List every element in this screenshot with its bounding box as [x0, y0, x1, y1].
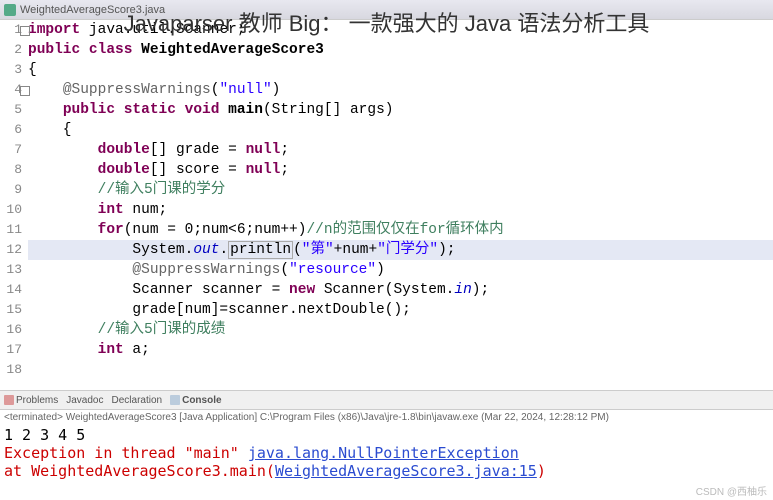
code-content[interactable]: {: [28, 60, 773, 80]
code-content[interactable]: for(num = 0;num<6;num++)//n的范围仅仅在for循环体内: [28, 220, 773, 240]
code-line[interactable]: 15 grade[num]=scanner.nextDouble();: [0, 300, 773, 320]
line-number: 6: [0, 120, 28, 140]
code-line[interactable]: 14 Scanner scanner = new Scanner(System.…: [0, 280, 773, 300]
line-number: 17: [0, 340, 28, 360]
line-number: 16: [0, 320, 28, 340]
code-content[interactable]: int num;: [28, 200, 773, 220]
line-number: 14: [0, 280, 28, 300]
code-content[interactable]: //输入5门课的学分: [28, 180, 773, 200]
line-number: 5: [0, 100, 28, 120]
code-content[interactable]: {: [28, 120, 773, 140]
code-content[interactable]: Scanner scanner = new Scanner(System.in)…: [28, 280, 773, 300]
tab-javadoc[interactable]: Javadoc: [66, 395, 103, 406]
tab-console[interactable]: Console: [170, 395, 221, 406]
line-number: 8: [0, 160, 28, 180]
code-line[interactable]: 3{: [0, 60, 773, 80]
code-content[interactable]: //输入5门课的成绩: [28, 320, 773, 340]
line-number: 15: [0, 300, 28, 320]
line-number: 1: [0, 20, 28, 40]
code-line[interactable]: 13 @SuppressWarnings("resource"): [0, 260, 773, 280]
code-line[interactable]: 18: [0, 360, 773, 380]
code-content[interactable]: [28, 360, 773, 380]
java-file-icon: [4, 4, 16, 16]
console-stdout-line: 1 2 3 4 5: [4, 426, 769, 444]
code-content[interactable]: double[] score = null;: [28, 160, 773, 180]
window-titlebar: WeightedAverageScore3.java: [0, 0, 773, 20]
code-content[interactable]: int a;: [28, 340, 773, 360]
watermark: CSDN @西柚乐: [696, 483, 767, 498]
bottom-panel-tabs: Problems Javadoc Declaration Console: [0, 390, 773, 410]
stacktrace-exception-link[interactable]: java.lang.NullPointerException: [248, 444, 519, 462]
code-line[interactable]: 4 @SuppressWarnings("null"): [0, 80, 773, 100]
line-number: 11: [0, 220, 28, 240]
code-content[interactable]: @SuppressWarnings("null"): [28, 80, 773, 100]
code-content[interactable]: public static void main(String[] args): [28, 100, 773, 120]
code-line[interactable]: 12 System.out.println("第"+num+"门学分");: [0, 240, 773, 260]
tab-problems[interactable]: Problems: [4, 395, 58, 406]
code-content[interactable]: double[] grade = null;: [28, 140, 773, 160]
console-icon: [170, 395, 180, 405]
code-line[interactable]: 5 public static void main(String[] args): [0, 100, 773, 120]
console-stderr-line: at WeightedAverageScore3.main(WeightedAv…: [4, 462, 769, 480]
tab-declaration[interactable]: Declaration: [112, 395, 163, 406]
code-line[interactable]: 6 {: [0, 120, 773, 140]
line-number: 3: [0, 60, 28, 80]
line-number: 2: [0, 40, 28, 60]
code-line[interactable]: 2public class WeightedAverageScore3: [0, 40, 773, 60]
problems-icon: [4, 395, 14, 405]
code-editor[interactable]: 1import java.util.Scanner;2public class …: [0, 20, 773, 390]
code-line[interactable]: 17 int a;: [0, 340, 773, 360]
line-number: 18: [0, 360, 28, 380]
window-title: WeightedAverageScore3.java: [20, 4, 165, 16]
code-content[interactable]: System.out.println("第"+num+"门学分");: [28, 240, 773, 260]
code-line[interactable]: 9 //输入5门课的学分: [0, 180, 773, 200]
line-number: 10: [0, 200, 28, 220]
code-line[interactable]: 7 double[] grade = null;: [0, 140, 773, 160]
console-stderr-line: Exception in thread "main" java.lang.Nul…: [4, 444, 769, 462]
code-line[interactable]: 10 int num;: [0, 200, 773, 220]
line-number: 12: [0, 240, 28, 260]
console-output[interactable]: 1 2 3 4 5 Exception in thread "main" jav…: [0, 424, 773, 482]
code-content[interactable]: public class WeightedAverageScore3: [28, 40, 773, 60]
line-number: 9: [0, 180, 28, 200]
stacktrace-source-link[interactable]: WeightedAverageScore3.java:15: [275, 462, 537, 480]
code-line[interactable]: 1import java.util.Scanner;: [0, 20, 773, 40]
code-line[interactable]: 8 double[] score = null;: [0, 160, 773, 180]
line-number: 4: [0, 80, 28, 100]
code-content[interactable]: import java.util.Scanner;: [28, 20, 773, 40]
line-number: 7: [0, 140, 28, 160]
code-line[interactable]: 11 for(num = 0;num<6;num++)//n的范围仅仅在for循…: [0, 220, 773, 240]
code-content[interactable]: @SuppressWarnings("resource"): [28, 260, 773, 280]
code-line[interactable]: 16 //输入5门课的成绩: [0, 320, 773, 340]
console-process-label: <terminated> WeightedAverageScore3 [Java…: [0, 410, 773, 424]
code-content[interactable]: grade[num]=scanner.nextDouble();: [28, 300, 773, 320]
line-number: 13: [0, 260, 28, 280]
